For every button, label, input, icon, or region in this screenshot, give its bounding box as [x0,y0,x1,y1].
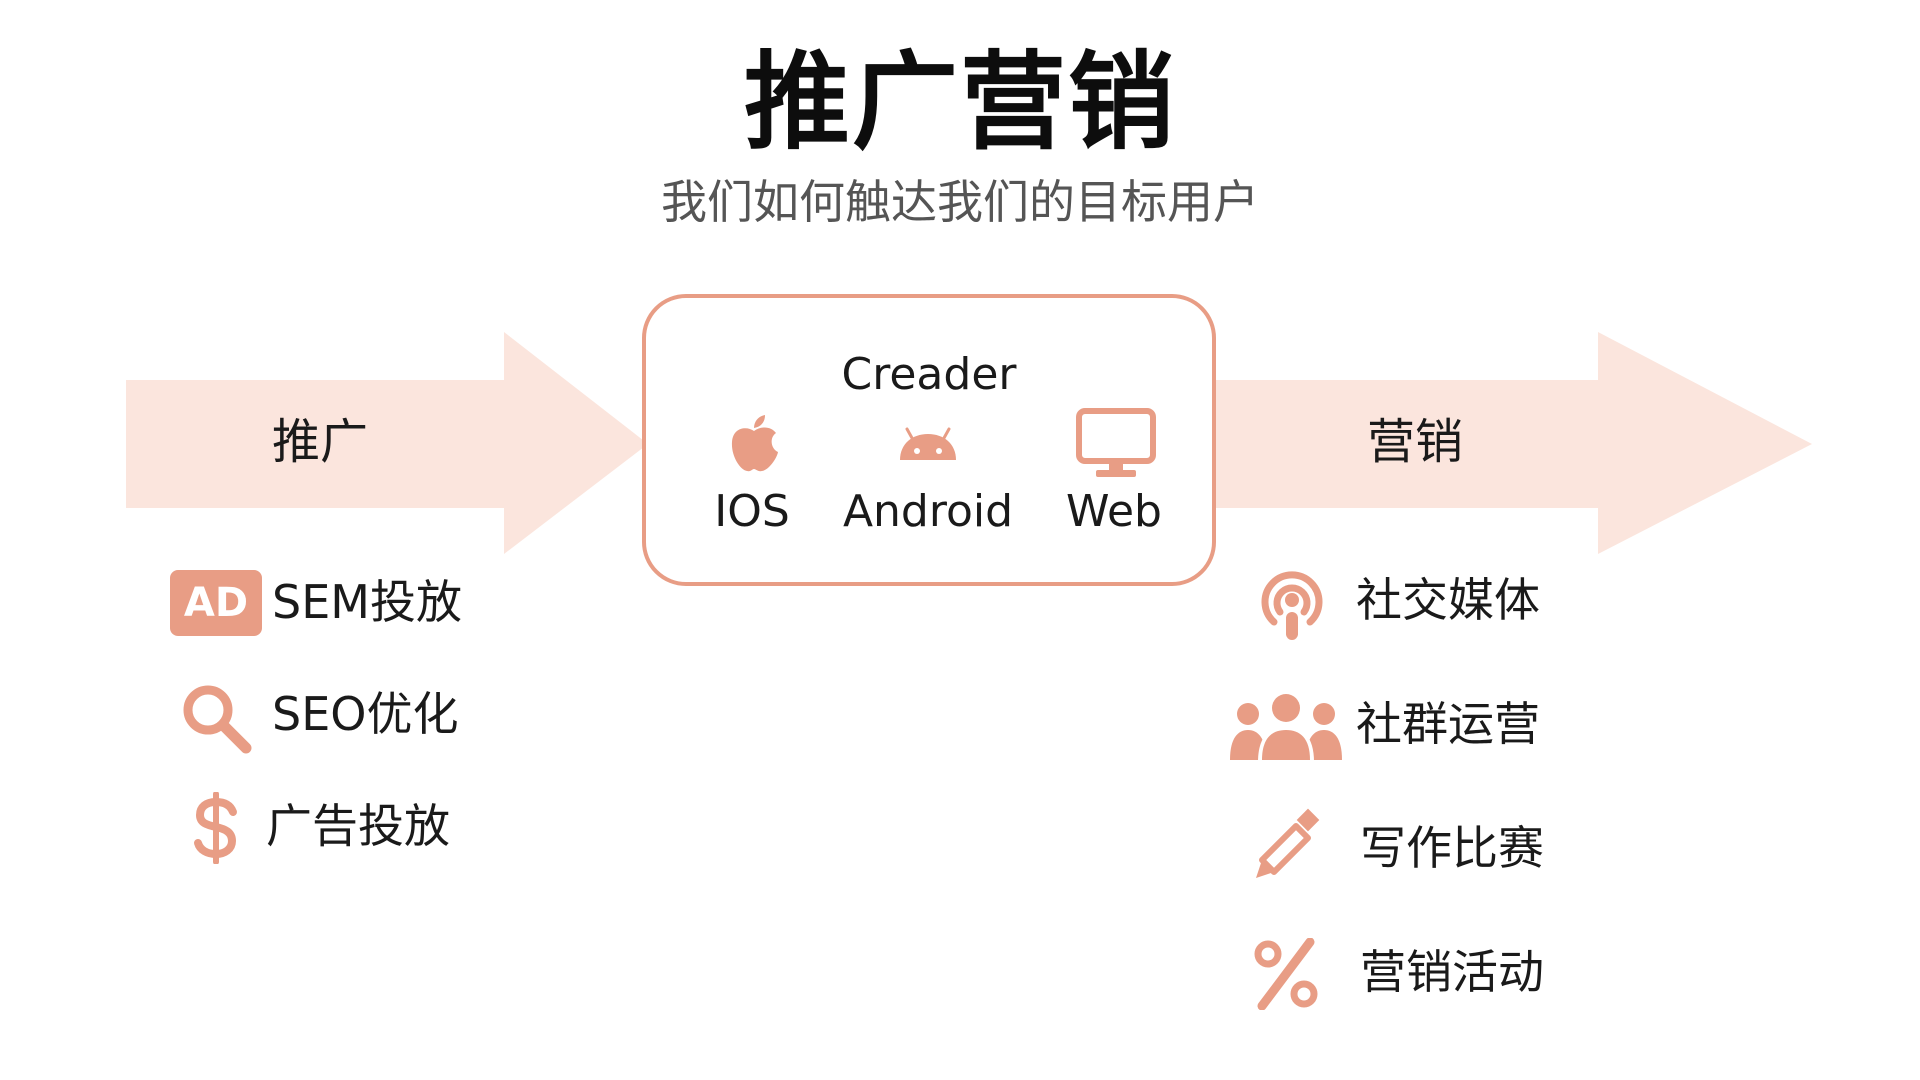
marketing-item-social: 社交媒体 [1356,573,1540,627]
pencil-icon [1256,808,1320,878]
promotion-item-seo: SEO优化 [272,687,459,741]
platform-label-web: Web [1066,486,1162,537]
promotion-item-sem: SEM投放 [272,575,462,629]
platform-label-ios: IOS [714,486,790,537]
marketing-item-writing: 写作比赛 [1360,821,1544,875]
product-name: Creader [841,349,1017,400]
percent-icon [1254,938,1318,1010]
marketing-item-campaign: 营销活动 [1360,945,1544,999]
dollar-icon [194,792,237,864]
page-subtitle: 我们如何触达我们的目标用户 [661,175,1259,229]
users-icon [1230,691,1342,762]
page-title: 推广营销 [744,41,1176,164]
apple-icon [731,415,778,472]
android-icon [900,427,956,460]
ad-badge-icon: AD [170,570,262,636]
marketing-label: 营销 [1366,414,1463,470]
platform-label-android: Android [842,486,1014,537]
monitor-icon [1076,408,1156,477]
promotion-label: 推广 [271,414,368,470]
marketing-item-community: 社群运营 [1356,697,1540,751]
search-icon [183,685,252,754]
promotion-item-ads: 广告投放 [266,799,450,853]
podcast-icon [1261,571,1323,640]
